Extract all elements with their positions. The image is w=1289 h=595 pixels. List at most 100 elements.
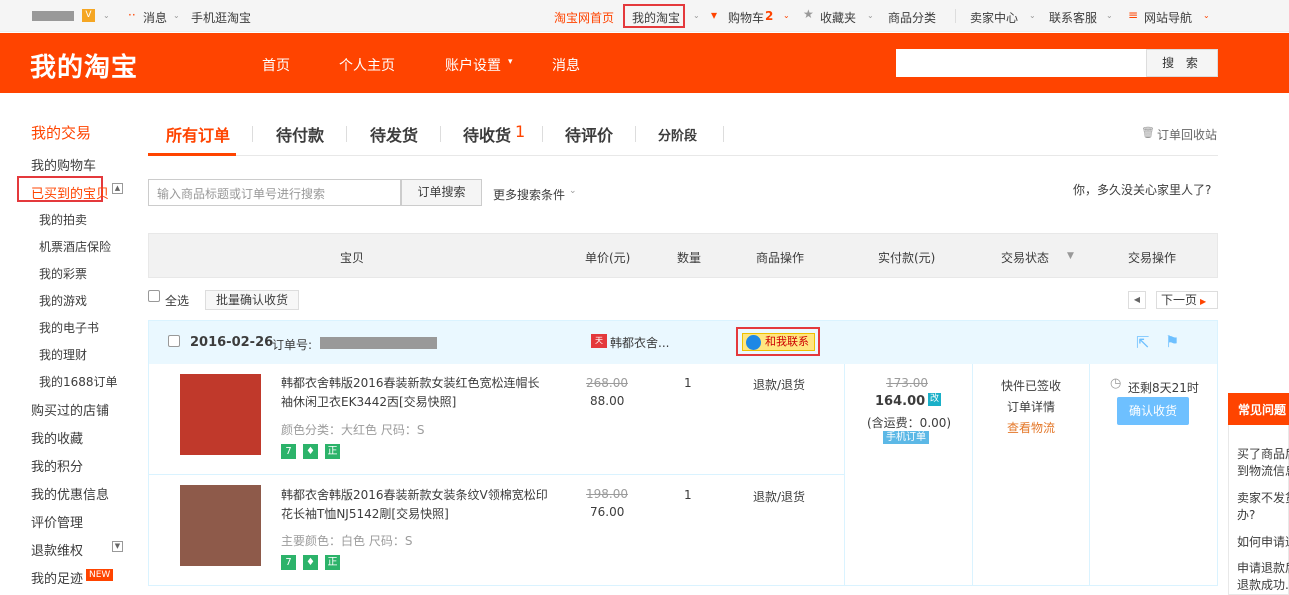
favorites-link[interactable]: 收藏夹 [820, 9, 856, 26]
nav-home[interactable]: 首页 [262, 55, 290, 75]
sidebar-item-refunds[interactable]: 退款维权 [31, 540, 83, 559]
order-search-button[interactable]: 订单搜索 [401, 179, 482, 206]
guarantee-icon: ♦ [303, 444, 318, 459]
price-change-icon: 改 [928, 393, 941, 406]
filter-caret-icon[interactable]: ▼ [1067, 251, 1074, 261]
chevron-down-icon[interactable]: ⌄ [569, 186, 577, 196]
sidebar-item-lottery[interactable]: 我的彩票 [39, 265, 87, 282]
order-checkbox[interactable] [168, 335, 180, 347]
taobao-home-link[interactable]: 淘宝网首页 [554, 9, 614, 26]
tab-all-orders[interactable]: 所有订单 [166, 122, 230, 146]
messages-link[interactable]: 消息 [143, 9, 167, 26]
search-input[interactable] [896, 49, 1147, 77]
tab-pending-payment[interactable]: 待付款 [276, 122, 324, 146]
shop-name-link[interactable]: 韩都衣舍... [610, 334, 669, 351]
chevron-down-icon[interactable]: ⌄ [1029, 11, 1036, 20]
categories-link[interactable]: 商品分类 [888, 9, 936, 26]
chevron-down-icon[interactable]: ⌄ [693, 11, 700, 20]
sidebar-item-travel[interactable]: 机票酒店保险 [39, 238, 111, 255]
sidebar-item-bought[interactable]: 已买到的宝贝 [31, 183, 109, 202]
my-taobao-link[interactable]: 我的淘宝 [632, 9, 680, 26]
cart-link[interactable]: 购物车 [728, 9, 764, 26]
product-attributes: 主要颜色：白色 尺码：S [281, 534, 413, 548]
unit-price: 76.00 [590, 505, 625, 519]
nav-profile[interactable]: 个人主页 [339, 55, 395, 75]
refund-link[interactable]: 退款/退货 [753, 376, 805, 393]
nav-account-settings[interactable]: 账户设置 [445, 55, 501, 75]
search-button[interactable]: 搜 索 [1146, 49, 1218, 77]
order-search-input[interactable]: 输入商品标题或订单号进行搜索 [148, 179, 401, 206]
logistics-link[interactable]: 查看物流 [1007, 419, 1055, 436]
sidebar-item-reviews[interactable]: 评价管理 [31, 512, 83, 531]
faq-item[interactable]: 到物流信息 [1237, 463, 1289, 480]
bulk-confirm-button[interactable]: 批量确认收货 [205, 290, 299, 310]
seven-day-return-icon: 7 [281, 555, 296, 570]
more-search-conditions[interactable]: 更多搜索条件 [493, 186, 565, 203]
refund-link[interactable]: 退款/退货 [753, 488, 805, 505]
sidebar-item-finance[interactable]: 我的理财 [39, 346, 87, 363]
tab-staged[interactable]: 分阶段 [658, 125, 697, 144]
mobile-order-badge: 手机订单 [883, 431, 929, 444]
tab-pending-receipt[interactable]: 待收货 [463, 122, 511, 146]
faq-item[interactable]: 申请退款后 [1237, 560, 1289, 577]
mobile-link[interactable]: 手机逛淘宝 [191, 9, 251, 26]
recycle-bin-link[interactable]: 订单回收站 [1157, 126, 1217, 143]
product-image[interactable] [180, 485, 261, 566]
chevron-down-icon[interactable]: ⌄ [783, 11, 790, 20]
chevron-down-icon[interactable]: ⌄ [867, 11, 874, 20]
seven-day-return-icon: 7 [281, 444, 296, 459]
faq-item[interactable]: 退款成功... [1237, 577, 1289, 594]
customer-service-link[interactable]: 联系客服 [1049, 9, 1097, 26]
col-quantity: 数量 [677, 251, 702, 265]
main-header: 我的淘宝 首页 个人主页 账户设置 ▾ 消息 搜 索 [0, 33, 1289, 93]
chevron-down-icon[interactable]: ⌄ [1106, 11, 1113, 20]
flag-icon[interactable]: ⚑ [1165, 332, 1179, 351]
chevron-down-icon[interactable]: ⌄ [1203, 11, 1210, 20]
clock-icon: ◷ [1110, 376, 1122, 391]
product-image[interactable] [180, 374, 261, 455]
order-detail-link[interactable]: 订单详情 [1007, 398, 1055, 415]
sidebar-item-footprints[interactable]: 我的足迹 [31, 568, 83, 587]
sidebar-item-coupons[interactable]: 我的优惠信息 [31, 484, 109, 503]
promo-text[interactable]: 你，多久没关心家里人了? [1073, 181, 1211, 198]
original-total: 173.00 [886, 376, 928, 390]
sidebar-item-games[interactable]: 我的游戏 [39, 292, 87, 309]
site-nav-link[interactable]: 网站导航 [1144, 9, 1192, 26]
menu-icon: ≡ [1128, 8, 1139, 22]
faq-item[interactable]: 如何申请退 [1237, 534, 1289, 551]
sidebar-item-ebooks[interactable]: 我的电子书 [39, 319, 99, 336]
select-all-checkbox[interactable] [148, 290, 160, 302]
divider [542, 126, 543, 142]
confirm-receipt-button[interactable]: 确认收货 [1117, 397, 1189, 425]
contact-label: 和我联系 [765, 335, 809, 348]
faq-item[interactable]: 办? [1237, 507, 1289, 524]
expand-icon[interactable]: ▼ [112, 541, 123, 552]
col-status[interactable]: 交易状态 [1001, 249, 1049, 266]
share-icon[interactable]: ⇱ [1136, 333, 1149, 352]
faq-item[interactable]: 卖家不发货 [1237, 490, 1289, 507]
sidebar-item-favorites[interactable]: 我的收藏 [31, 428, 83, 447]
faq-item[interactable]: 买了商品后 [1237, 446, 1289, 463]
nav-messages[interactable]: 消息 [552, 55, 580, 75]
chevron-down-icon[interactable]: ⌄ [103, 11, 110, 20]
username-masked[interactable] [32, 11, 74, 21]
chevron-down-icon[interactable]: ▾ [508, 57, 513, 67]
sidebar-item-points[interactable]: 我的积分 [31, 456, 83, 475]
product-title-link[interactable]: 韩都衣舍韩版2016春装新款女装红色宽松连帽长袖休闲卫衣EK3442㐁[交易快照… [281, 374, 551, 412]
prev-page-button[interactable]: ◀ [1128, 291, 1146, 309]
tab-pending-shipment[interactable]: 待发货 [370, 122, 418, 146]
sidebar-item-cart[interactable]: 我的购物车 [31, 155, 96, 174]
sidebar-item-auction[interactable]: 我的拍卖 [39, 211, 87, 228]
divider [635, 126, 636, 142]
sidebar-item-shops[interactable]: 购买过的店铺 [31, 400, 109, 419]
tab-pending-review[interactable]: 待评价 [565, 122, 613, 146]
next-page-button[interactable]: 下一页 ▶ [1156, 291, 1218, 309]
seller-center-link[interactable]: 卖家中心 [970, 9, 1018, 26]
tmall-icon: 天 [591, 334, 607, 348]
sidebar-item-1688[interactable]: 我的1688订单 [39, 373, 118, 390]
collapse-icon[interactable]: ▲ [112, 183, 123, 194]
select-all-label[interactable]: 全选 [165, 292, 189, 309]
chevron-down-icon[interactable]: ⌄ [173, 11, 180, 20]
logo[interactable]: 我的淘宝 [30, 47, 138, 84]
product-title-link[interactable]: 韩都衣舍韩版2016春装新款女装条纹V领棉宽松印花长袖T恤NJ5142㓮[交易快… [281, 486, 551, 524]
